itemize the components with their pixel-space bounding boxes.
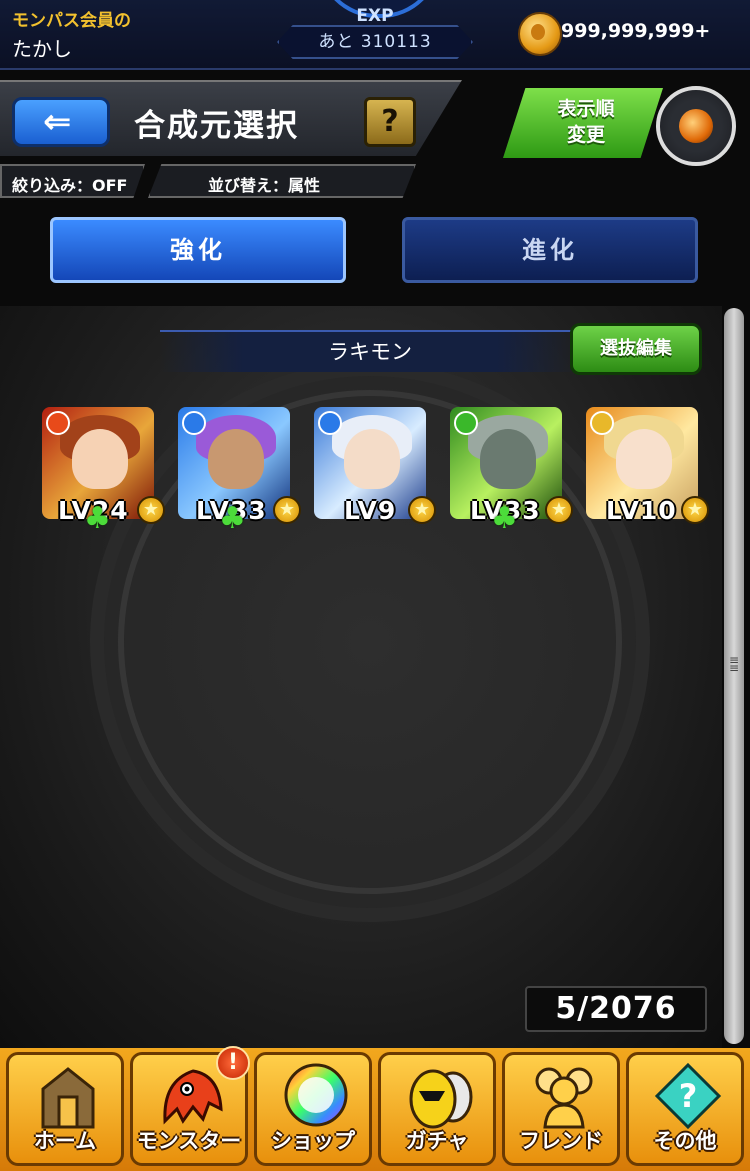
other-icon: ? — [654, 1062, 722, 1130]
nav-shop-label: ショップ — [271, 1129, 355, 1153]
nav-gacha-label: ガチャ — [405, 1129, 469, 1153]
coin-icon — [518, 12, 562, 56]
monster-face — [72, 429, 128, 489]
display-order-button[interactable]: 表示順 変更 — [503, 88, 663, 158]
sort-button[interactable]: 並び替え：属性 — [148, 164, 416, 198]
clover-icon: ♣ — [219, 501, 246, 536]
sort-label: 並び替え：属性 — [208, 176, 321, 195]
coin-count: 999,999,999+ — [561, 20, 711, 42]
nav-shop[interactable]: ショップ — [254, 1052, 372, 1166]
username: たかし — [12, 37, 72, 61]
group-title: ラキモン — [160, 330, 580, 372]
monster-level: LV9 — [344, 496, 397, 525]
help-button[interactable]: ? — [364, 97, 416, 147]
back-button[interactable]: ⇐ — [12, 97, 110, 147]
clover-icon: ♣ — [491, 501, 518, 536]
monster-face — [616, 429, 672, 489]
nav-other[interactable]: ? その他 — [626, 1052, 744, 1166]
filter-button[interactable]: 絞り込み：OFF — [0, 164, 145, 198]
nav-other-label: その他 — [653, 1129, 717, 1153]
friends-icon — [535, 1067, 593, 1129]
star-icon: ★ — [681, 496, 709, 524]
page-title: 合成元選択 — [134, 108, 299, 144]
nav-monster-label: モンスター — [136, 1129, 242, 1153]
tab-evolve[interactable]: 進化 — [402, 217, 698, 283]
wood-icon — [454, 411, 478, 435]
fire-icon — [46, 411, 70, 435]
monster-face — [344, 429, 400, 489]
egg-icon — [409, 1069, 473, 1129]
scroll-grip-icon: ≡ ≡ — [729, 653, 740, 675]
light-icon — [590, 411, 614, 435]
nav-home[interactable]: ホーム — [6, 1052, 124, 1166]
monster-face — [480, 429, 536, 489]
box-count: 5/2076 — [525, 986, 707, 1032]
star-icon: ★ — [137, 496, 165, 524]
clover-icon: ♣ — [84, 501, 111, 536]
back-arrow-icon: ⇐ — [43, 102, 72, 142]
nav-friend[interactable]: フレンド — [502, 1052, 620, 1166]
orb-icon — [284, 1063, 348, 1127]
star-icon: ★ — [273, 496, 301, 524]
water-icon — [318, 411, 342, 435]
exp-label: EXP — [356, 6, 394, 26]
monster-level: LV10 — [606, 496, 677, 525]
status-bar: モンパス会員の たかし EXP あと 310113 999,999,999+ — [0, 0, 750, 70]
edit-selection-button[interactable]: 選抜編集 — [570, 323, 702, 375]
nav-gacha[interactable]: ガチャ — [378, 1052, 496, 1166]
monster-icon — [163, 1069, 223, 1125]
svg-text:?: ? — [679, 1077, 698, 1115]
star-icon: ★ — [408, 496, 436, 524]
home-icon — [41, 1067, 95, 1129]
alert-icon: ! — [216, 1046, 250, 1080]
member-label: モンパス会員の — [12, 11, 131, 31]
tab-power-up[interactable]: 強化 — [50, 217, 346, 283]
monster-face — [208, 429, 264, 489]
filter-label: 絞り込み：OFF — [12, 176, 128, 195]
exp-indicator: EXP あと 310113 — [275, 0, 475, 60]
nav-friend-label: フレンド — [519, 1129, 603, 1153]
exp-remaining: あと 310113 — [277, 25, 473, 59]
star-icon: ★ — [545, 496, 573, 524]
water-icon — [182, 411, 206, 435]
display-order-label: 表示順 変更 — [557, 98, 615, 146]
nav-home-label: ホーム — [33, 1129, 97, 1153]
fire-orb-icon[interactable] — [656, 86, 736, 166]
